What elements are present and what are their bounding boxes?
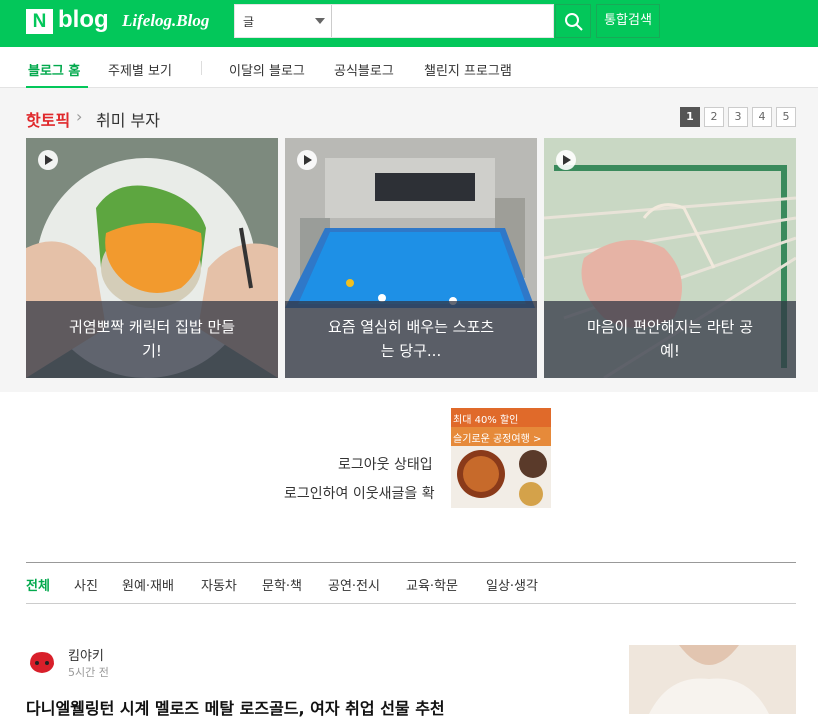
play-icon	[556, 150, 576, 170]
ad-banner[interactable]: 최대 40% 할인 슬기로운 공정여행 >	[451, 408, 551, 508]
nav-topic-view[interactable]: 주제별 보기	[108, 60, 172, 79]
lifelog-logo[interactable]: Lifelog.Blog	[122, 11, 209, 31]
post-thumbnail[interactable]	[629, 645, 796, 714]
page-1[interactable]: 1	[680, 107, 700, 127]
page-2[interactable]: 2	[704, 107, 724, 127]
chevron-right-icon: ›	[76, 107, 83, 126]
category-divider-bottom	[26, 603, 796, 604]
avatar[interactable]	[26, 646, 58, 678]
blog-logo[interactable]: blog	[58, 6, 109, 34]
hot-topic-title[interactable]: 핫토픽	[26, 107, 70, 131]
nav-monthly-blog[interactable]: 이달의 블로그	[229, 60, 305, 79]
search-box: 글	[234, 4, 554, 38]
play-icon	[297, 150, 317, 170]
category-education[interactable]: 교육·학문	[406, 575, 458, 594]
category-gardening[interactable]: 원예·재배	[122, 575, 174, 594]
nav-divider	[201, 61, 202, 75]
login-notice-area: 로그아웃 상태입 로그인하여 이웃새글을 확 최대 40% 할인 슬기로운 공정…	[0, 392, 818, 562]
page-3[interactable]: 3	[728, 107, 748, 127]
category-literature[interactable]: 문학·책	[262, 575, 302, 594]
post-time: 5시간 전	[68, 666, 109, 679]
hot-topic-subtitle: 취미 부자	[96, 111, 160, 130]
hot-topic-card[interactable]: 마음이 편안해지는 라탄 공예!	[544, 138, 796, 378]
hot-topic-section: 핫토픽 › 취미 부자 1 2 3 4 5 귀염뽀짝 캐릭터 집밥 만들기! 요…	[0, 88, 818, 392]
card-caption: 마음이 편안해지는 라탄 공예!	[544, 301, 796, 378]
category-photo[interactable]: 사진	[74, 575, 98, 594]
hot-topic-card[interactable]: 요즘 열심히 배우는 스포츠는 당구...	[285, 138, 537, 378]
main-nav: 블로그 홈 주제별 보기 이달의 블로그 공식블로그 챌린지 프로그램	[0, 47, 818, 88]
search-input[interactable]	[333, 5, 553, 37]
login-prompt-text[interactable]: 로그인하여 이웃새글을 확	[284, 483, 435, 503]
post-title[interactable]: 다니엘웰링턴 시계 멜로즈 메탈 로즈골드, 여자 취업 선물 추천	[26, 695, 445, 719]
page-5[interactable]: 5	[776, 107, 796, 127]
top-bar: N blog Lifelog.Blog 글 통합검색	[0, 0, 818, 47]
play-icon	[38, 150, 58, 170]
ad-discount-text: 최대 40% 할인	[451, 408, 551, 427]
hot-topic-card[interactable]: 귀염뽀짝 캐릭터 집밥 만들기!	[26, 138, 278, 378]
card-caption: 귀염뽀짝 캐릭터 집밥 만들기!	[26, 301, 278, 378]
category-divider-top	[26, 562, 796, 563]
chevron-down-icon	[315, 18, 325, 24]
search-button[interactable]	[555, 4, 591, 38]
post-author[interactable]: 킴야키	[68, 645, 104, 664]
search-type-value: 글	[243, 15, 255, 29]
category-car[interactable]: 자동차	[201, 575, 237, 594]
logout-status-text: 로그아웃 상태입	[338, 457, 433, 473]
ad-travel-text: 슬기로운 공정여행 >	[451, 427, 551, 446]
category-performance[interactable]: 공연·전시	[328, 575, 380, 594]
nav-challenge-program[interactable]: 챌린지 프로그램	[424, 60, 512, 79]
search-icon	[565, 13, 583, 31]
total-search-button[interactable]: 통합검색	[596, 4, 660, 38]
search-type-select[interactable]: 글	[235, 5, 332, 37]
category-daily[interactable]: 일상·생각	[486, 575, 538, 594]
naver-logo[interactable]: N	[26, 9, 53, 34]
nav-official-blog[interactable]: 공식블로그	[334, 60, 394, 79]
nav-blog-home[interactable]: 블로그 홈	[28, 60, 80, 79]
category-all[interactable]: 전체	[26, 575, 50, 594]
page-4[interactable]: 4	[752, 107, 772, 127]
ad-food-image	[451, 446, 551, 508]
card-caption: 요즘 열심히 배우는 스포츠는 당구...	[285, 301, 537, 378]
